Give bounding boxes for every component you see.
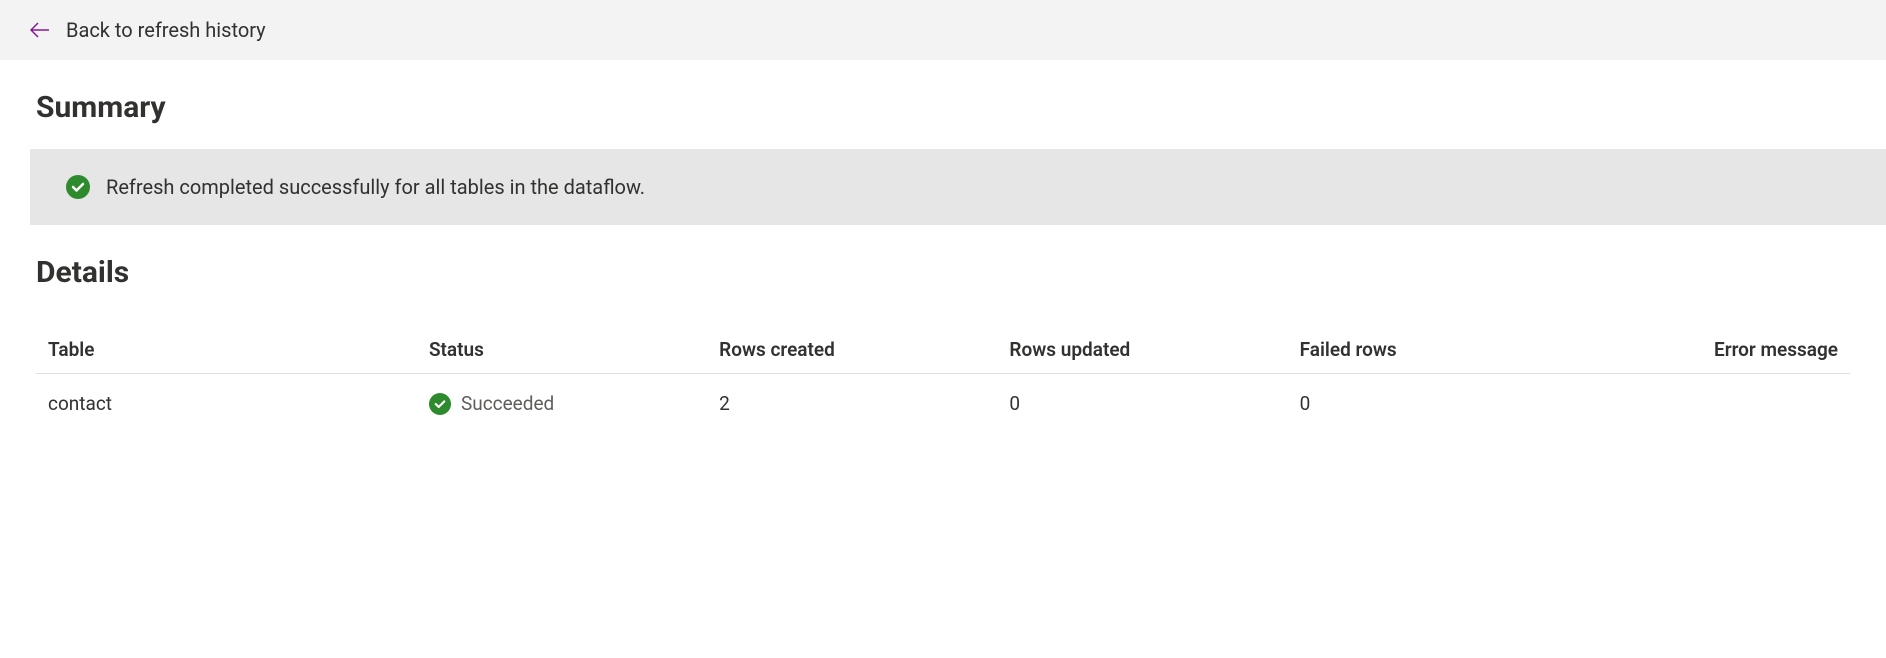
cell-status: Succeeded bbox=[417, 374, 707, 434]
status-label: Succeeded bbox=[461, 392, 554, 415]
success-check-icon bbox=[66, 175, 90, 199]
details-title: Details bbox=[36, 255, 1850, 290]
summary-banner: Refresh completed successfully for all t… bbox=[30, 149, 1886, 225]
table-row: contact Succeeded 2 0 0 bbox=[36, 374, 1850, 434]
column-header-rows-created[interactable]: Rows created bbox=[707, 326, 997, 374]
back-arrow-icon[interactable] bbox=[30, 20, 50, 40]
back-link[interactable]: Back to refresh history bbox=[66, 18, 266, 42]
details-table: Table Status Rows created Rows updated F… bbox=[36, 326, 1850, 433]
cell-table-name: contact bbox=[36, 374, 417, 434]
column-header-rows-updated[interactable]: Rows updated bbox=[997, 326, 1287, 374]
column-header-status[interactable]: Status bbox=[417, 326, 707, 374]
main-content: Summary Refresh completed successfully f… bbox=[0, 60, 1886, 433]
cell-rows-created: 2 bbox=[707, 374, 997, 434]
cell-rows-updated: 0 bbox=[997, 374, 1287, 434]
column-header-failed-rows[interactable]: Failed rows bbox=[1288, 326, 1578, 374]
cell-error-message bbox=[1578, 374, 1850, 434]
column-header-table[interactable]: Table bbox=[36, 326, 417, 374]
summary-message: Refresh completed successfully for all t… bbox=[106, 175, 645, 199]
details-section: Details Table Status Rows created Rows u… bbox=[0, 255, 1886, 433]
cell-failed-rows: 0 bbox=[1288, 374, 1578, 434]
header-bar: Back to refresh history bbox=[0, 0, 1886, 60]
status-success-icon bbox=[429, 393, 451, 415]
column-header-error-message[interactable]: Error message bbox=[1578, 326, 1850, 374]
summary-title: Summary bbox=[36, 90, 1850, 125]
table-header-row: Table Status Rows created Rows updated F… bbox=[36, 326, 1850, 374]
